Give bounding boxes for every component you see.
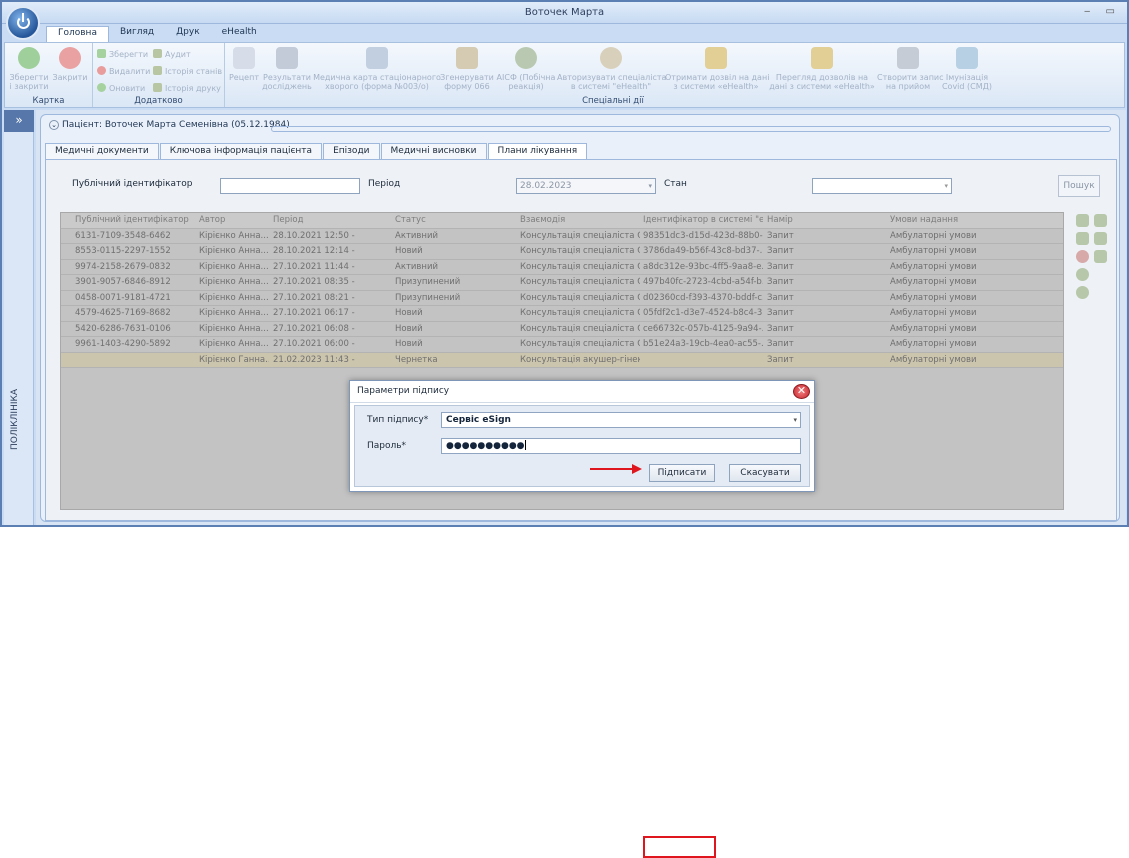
app-menu-button[interactable] [6,6,40,40]
close-icon: ✕ [796,384,807,397]
dialog-overlay: Параметри підпису ✕ Тип підпису* Сервіс … [0,0,1129,858]
signature-dialog: Параметри підпису ✕ Тип підпису* Сервіс … [349,380,815,858]
sign-type-select[interactable]: Сервіс eSign ▾ [441,412,801,428]
annotation-arrow [590,468,638,470]
dialog-body: Тип підпису* Сервіс eSign ▾ Пароль* ●●●●●… [354,405,810,487]
dialog-header: Параметри підпису ✕ [350,381,814,403]
chevron-down-icon: ▾ [793,416,797,424]
password-field[interactable]: ●●●●●●●●●● [441,438,801,454]
sign-button[interactable]: Підписати [649,464,715,482]
cancel-button[interactable]: Скасувати [729,464,801,482]
dialog-title: Параметри підпису [357,386,450,396]
sign-button-highlight [643,836,716,858]
sign-type-label: Тип підпису* [367,415,429,425]
annotation-arrow-head [632,464,642,474]
password-label: Пароль* [367,441,407,451]
dialog-close-button[interactable]: ✕ [793,384,810,399]
